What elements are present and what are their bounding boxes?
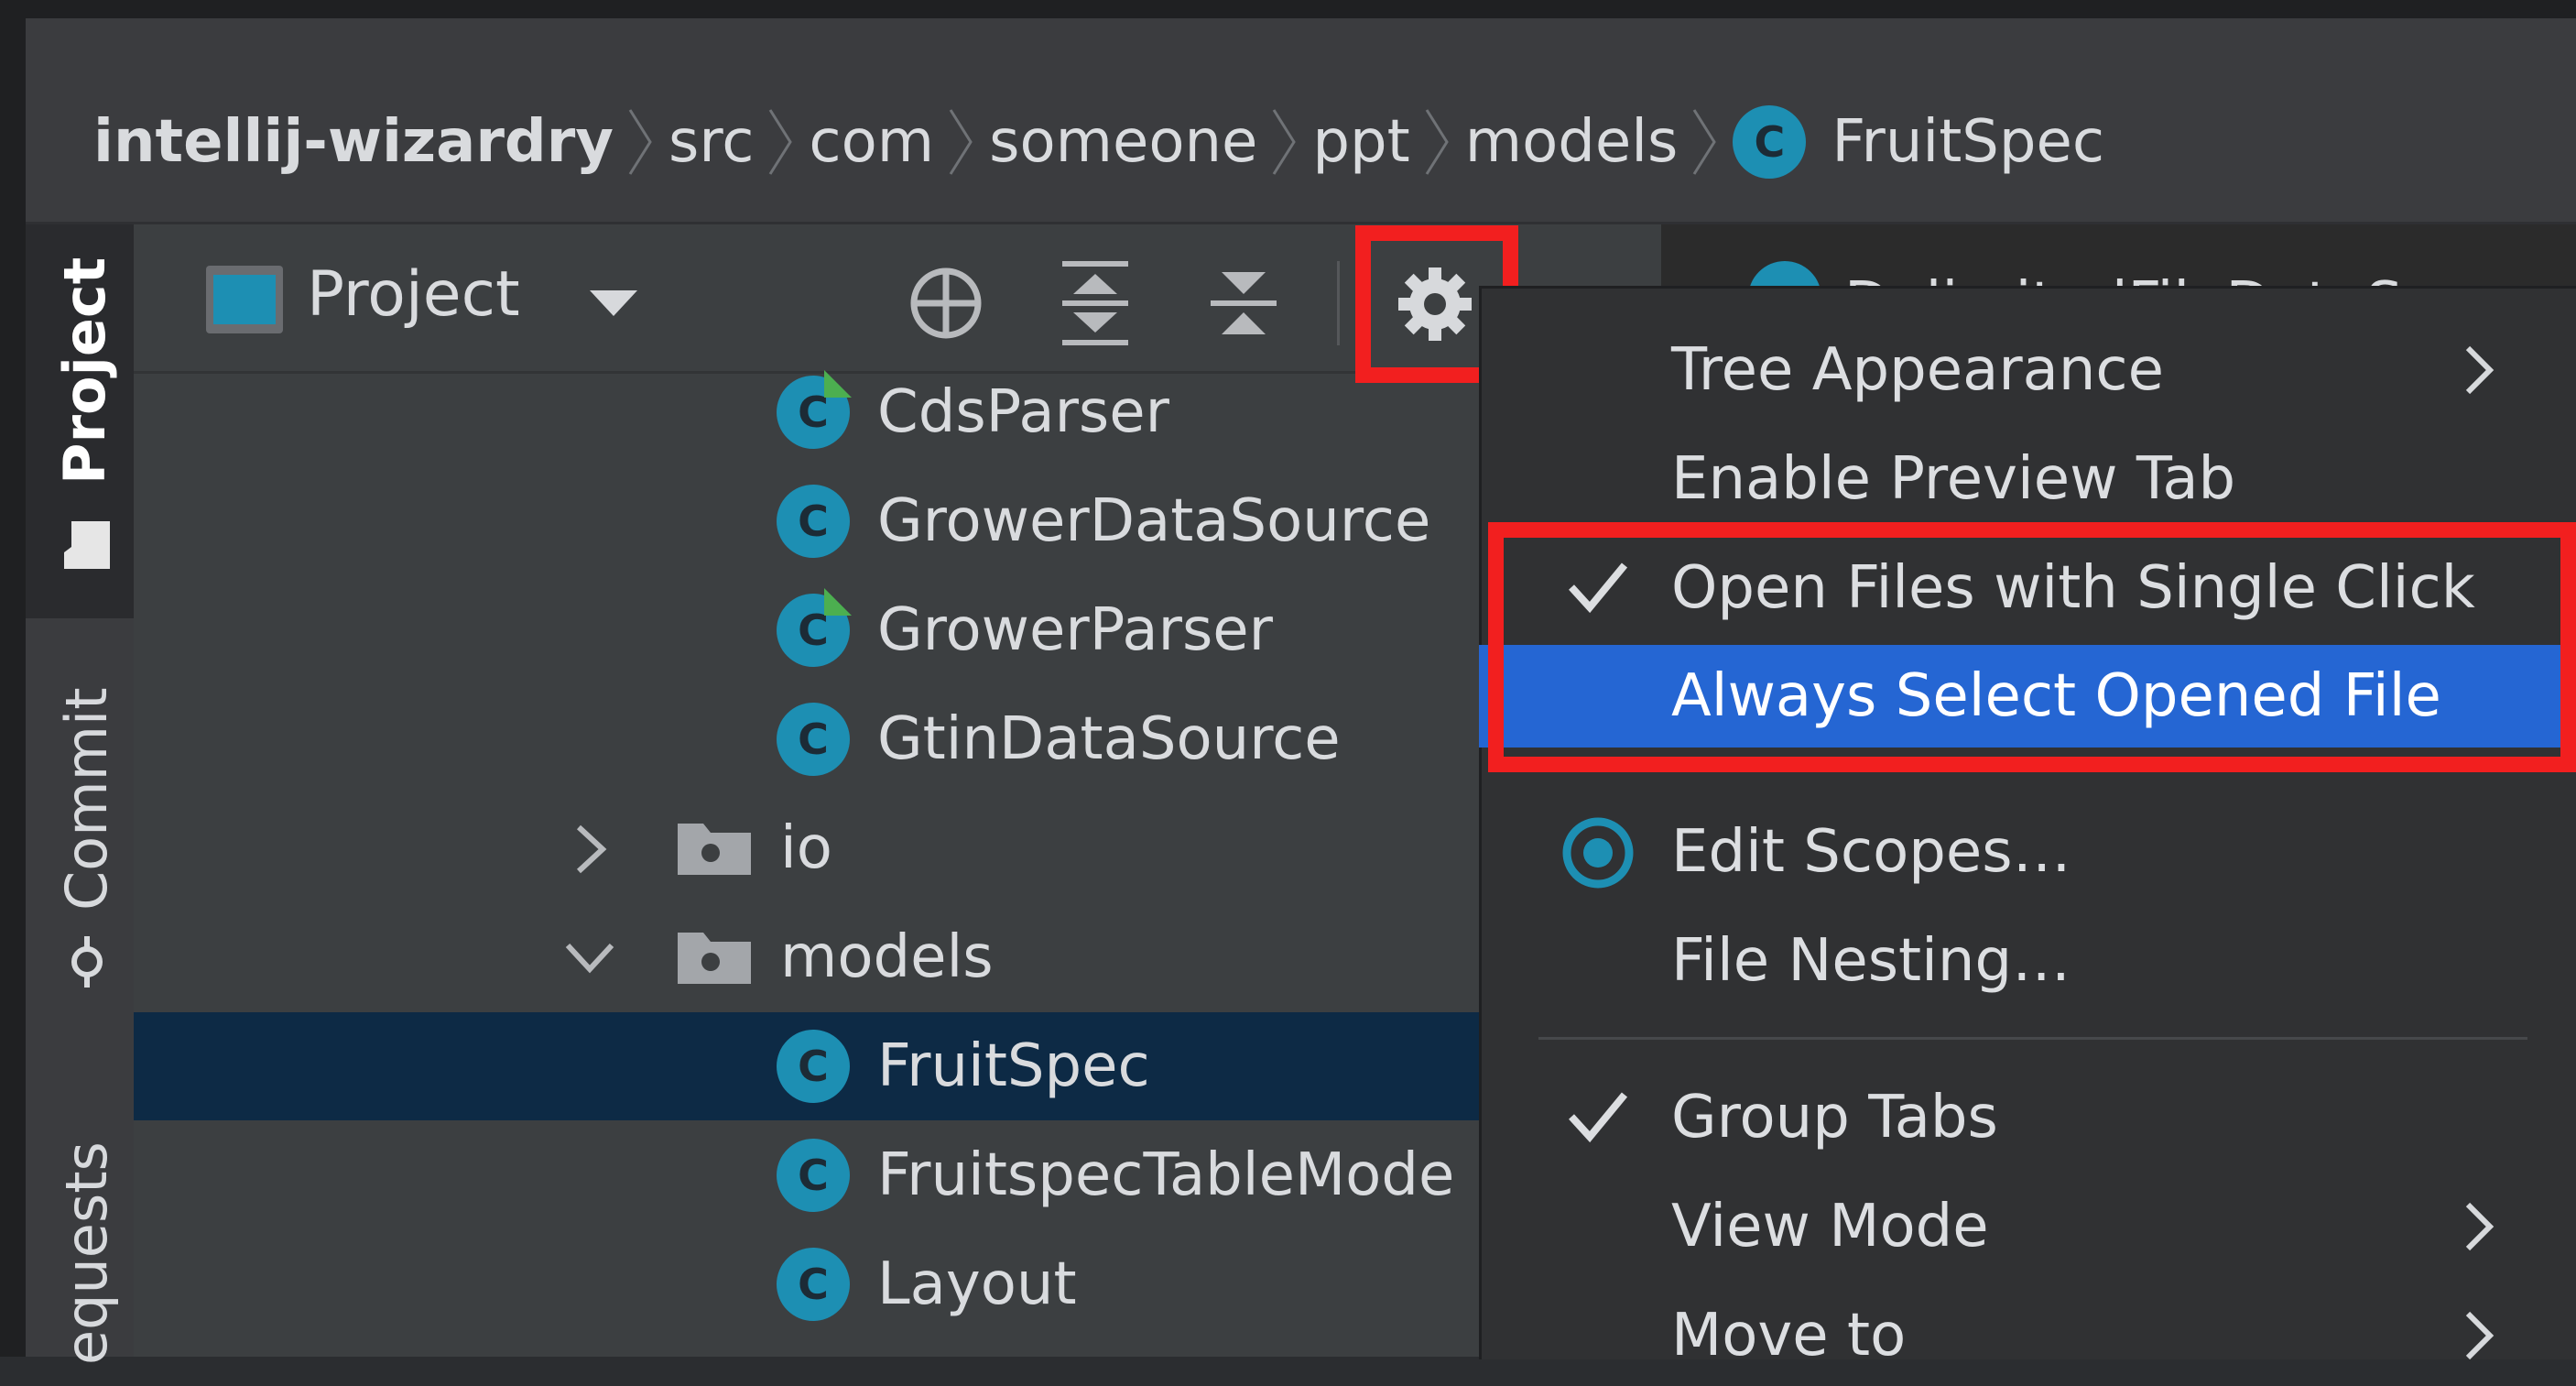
tree-item-label: GrowerParser xyxy=(877,596,1273,664)
menu-item-label: View Mode xyxy=(1671,1193,1989,1260)
menu-item-label: Group Tabs xyxy=(1671,1084,1998,1151)
class-icon: C xyxy=(777,1139,850,1212)
tab-project-label: Project xyxy=(51,256,118,485)
tab-requests[interactable]: equests xyxy=(53,1141,120,1365)
tree-item-models[interactable]: models xyxy=(676,911,994,1003)
menu-item-label: Edit Scopes… xyxy=(1671,818,2071,886)
breadcrumb-item-project[interactable]: intellij-wizardry xyxy=(93,108,614,176)
breadcrumb-separator-icon xyxy=(754,101,809,183)
tree-item-growerparser[interactable]: C GrowerParser xyxy=(777,584,1273,676)
menu-item-label: Move to xyxy=(1671,1302,1907,1370)
package-folder-icon xyxy=(678,824,751,875)
tab-commit[interactable]: Commit xyxy=(53,687,120,989)
class-icon: C xyxy=(777,1248,850,1321)
commit-icon xyxy=(71,936,103,988)
menu-item-label: Tree Appearance xyxy=(1671,336,2164,404)
tree-item-growerdatasource[interactable]: C GrowerDataSource xyxy=(777,475,1430,567)
menu-item-label: Enable Preview Tab xyxy=(1671,445,2236,513)
breadcrumb-separator-icon xyxy=(1257,101,1312,183)
scope-radio-icon xyxy=(1562,817,1634,889)
tab-project-label-wrap: Project xyxy=(51,257,118,573)
tree-item-label: GrowerDataSource xyxy=(877,487,1431,555)
menu-item-tree-appearance[interactable]: Tree Appearance xyxy=(1479,320,2576,420)
menu-item-label: File Nesting… xyxy=(1671,927,2071,995)
menu-item-edit-scopes[interactable]: Edit Scopes… xyxy=(1479,802,2576,902)
breadcrumb-current-file-label: FruitSpec xyxy=(1831,108,2105,176)
tree-item-io[interactable]: io xyxy=(676,802,832,894)
class-icon: C xyxy=(777,1030,850,1103)
tab-commit-label: Commit xyxy=(53,687,120,911)
menu-separator xyxy=(1538,1037,2527,1040)
menu-options-highlight-box xyxy=(1488,522,2576,772)
breadcrumb-separator-icon xyxy=(1678,101,1733,183)
tree-item-label: io xyxy=(780,814,832,882)
breadcrumb-separator-icon xyxy=(934,101,989,183)
tree-item-layout[interactable]: C Layout xyxy=(777,1239,1077,1330)
tree-item-label: models xyxy=(780,923,994,991)
breadcrumb-item-someone[interactable]: someone xyxy=(989,108,1257,176)
breadcrumb-separator-icon xyxy=(614,101,668,183)
locate-icon[interactable] xyxy=(907,264,985,343)
expand-all-icon[interactable] xyxy=(1060,259,1130,347)
collapse-all-icon[interactable] xyxy=(1209,259,1278,347)
tab-requests-label: equests xyxy=(53,1141,120,1365)
project-view-icon xyxy=(206,266,283,333)
menu-item-move-to[interactable]: Move to xyxy=(1479,1285,2576,1386)
menu-item-file-nesting[interactable]: File Nesting… xyxy=(1479,911,2576,1011)
class-icon: C xyxy=(777,703,850,776)
menu-item-group-tabs[interactable]: Group Tabs xyxy=(1479,1067,2576,1168)
breadcrumb-item-src[interactable]: src xyxy=(668,108,754,176)
window-left-edge xyxy=(0,0,26,1357)
menu-item-view-mode[interactable]: View Mode xyxy=(1479,1176,2576,1277)
runnable-class-icon: C xyxy=(777,376,850,449)
checkmark-icon xyxy=(1569,1092,1628,1143)
breadcrumb: intellij-wizardry src com someone ppt mo… xyxy=(93,101,2104,183)
tree-item-label: GtinDataSource xyxy=(877,705,1341,773)
breadcrumb-item-current-file[interactable]: C FruitSpec xyxy=(1733,105,2104,179)
breadcrumb-item-models[interactable]: models xyxy=(1465,108,1679,176)
chevron-down-icon[interactable] xyxy=(588,287,639,320)
menu-item-enable-preview-tab[interactable]: Enable Preview Tab xyxy=(1479,429,2576,529)
submenu-arrow-icon xyxy=(2465,1311,2494,1360)
runnable-class-icon: C xyxy=(777,594,850,667)
tree-item-label: CdsParser xyxy=(877,378,1169,446)
project-view-title[interactable]: Project xyxy=(307,258,520,331)
breadcrumb-item-ppt[interactable]: ppt xyxy=(1312,108,1409,176)
submenu-arrow-icon xyxy=(2465,1202,2494,1251)
class-icon: C xyxy=(777,485,850,558)
tree-item-label: Layout xyxy=(877,1250,1077,1318)
toolbar-divider xyxy=(1337,261,1340,345)
window-top-edge xyxy=(0,0,2576,18)
folder-tab-icon xyxy=(63,521,110,569)
breadcrumb-separator-icon xyxy=(1410,101,1465,183)
package-folder-icon xyxy=(678,933,751,984)
tree-item-gtindatasource[interactable]: C GtinDataSource xyxy=(777,693,1341,785)
tree-item-label: FruitSpec xyxy=(877,1032,1150,1100)
submenu-arrow-icon xyxy=(2465,345,2494,395)
class-icon: C xyxy=(1733,105,1807,179)
chevron-right-icon[interactable] xyxy=(568,822,612,877)
breadcrumb-item-com[interactable]: com xyxy=(809,108,934,176)
tree-item-label: FruitspecTableMode xyxy=(877,1141,1455,1209)
tree-item-fruitspec[interactable]: C FruitSpec xyxy=(777,1020,1150,1112)
chevron-down-icon[interactable] xyxy=(562,934,617,978)
tree-item-fruitspectablemodel[interactable]: C FruitspecTableMode xyxy=(777,1130,1454,1221)
tree-item-cdsparser[interactable]: C CdsParser xyxy=(777,366,1169,458)
